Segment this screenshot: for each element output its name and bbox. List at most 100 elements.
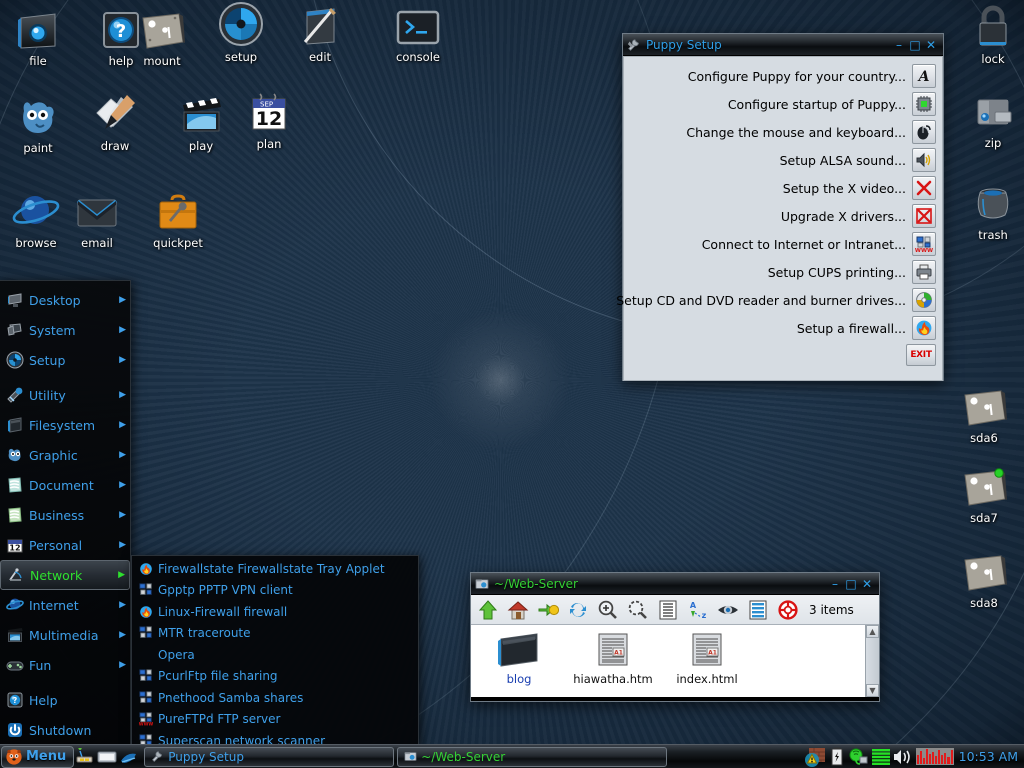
scroll-down-arrow[interactable]: ▼ — [866, 684, 879, 697]
setup-row-alsa-sound[interactable]: Setup ALSA sound... — [630, 146, 936, 174]
menu-button[interactable]: Menu — [1, 745, 75, 768]
task-button-puppy-setup[interactable]: Puppy Setup — [144, 746, 395, 767]
submenu-item-mtr[interactable]: MTR traceroute — [132, 623, 418, 645]
puppy-setup-window[interactable]: Puppy Setup – □ ✕ Configure Puppy for yo… — [616, 33, 944, 381]
desktop-icon-quickpet[interactable]: quickpet — [140, 188, 216, 250]
browser-icon[interactable] — [118, 746, 140, 768]
select-all-icon[interactable] — [745, 597, 771, 623]
mouse-icon[interactable] — [912, 120, 936, 144]
setup-row-x-video[interactable]: Setup the X video... — [630, 174, 936, 202]
desktop-icon-paint[interactable]: paint — [0, 93, 76, 155]
setup-row-mouse-keyboard[interactable]: Change the mouse and keyboard... — [630, 118, 936, 146]
desktop-icon-draw[interactable]: draw — [77, 91, 153, 153]
menu-item-internet[interactable]: Internet ▶ — [0, 590, 130, 620]
menu-item-document[interactable]: Document ▶ — [0, 470, 130, 500]
submenu-item-gpptp[interactable]: Gpptp PPTP VPN client — [132, 580, 418, 602]
desktop-icon-file[interactable]: file — [0, 6, 76, 68]
home-icon[interactable] — [505, 597, 531, 623]
desktop-icon-play[interactable]: play — [163, 91, 239, 153]
file-item-blog[interactable]: blog — [477, 629, 561, 686]
volume-icon[interactable] — [892, 746, 914, 768]
setup-row-firewall[interactable]: Setup a firewall... — [630, 314, 936, 342]
window-titlebar[interactable]: ~/Web-Server – □ ✕ — [471, 573, 879, 595]
rescan-icon[interactable] — [565, 597, 591, 623]
menu-item-shutdown[interactable]: Shutdown — [0, 715, 130, 745]
cpu-load-monitor-icon[interactable] — [915, 748, 954, 765]
setup-row-internet[interactable]: Connect to Internet or Intranet... WWW — [630, 230, 936, 258]
bookmarks-icon[interactable] — [535, 597, 561, 623]
firewall-warning-icon[interactable] — [804, 746, 826, 768]
details-icon[interactable] — [655, 597, 681, 623]
setup-row-upgrade-x-drivers[interactable]: Upgrade X drivers... — [630, 202, 936, 230]
cpu-chip-icon[interactable] — [912, 92, 936, 116]
submenu-item-pureftpd[interactable]: WWW PureFTPd FTP server — [132, 709, 418, 731]
menu-item-personal[interactable]: 12 Personal ▶ — [0, 530, 130, 560]
submenu-item-pcurlftp[interactable]: PcurlFtp file sharing — [132, 666, 418, 688]
menu-item-help[interactable]: ? Help — [0, 685, 130, 715]
desktop-icon-plan[interactable]: SEP 12 plan — [231, 89, 307, 151]
setup-row-country[interactable]: Configure Puppy for your country... A — [630, 62, 936, 90]
firewall-flame-icon[interactable] — [912, 316, 936, 340]
submenu-item-linux-firewall[interactable]: Linux-Firewall firewall — [132, 601, 418, 623]
setup-row-startup[interactable]: Configure startup of Puppy... — [630, 90, 936, 118]
desktop-icon-email[interactable]: email — [59, 188, 135, 250]
network-www-icon[interactable]: WWW — [912, 232, 936, 256]
window-titlebar[interactable]: Puppy Setup – □ ✕ — [623, 34, 943, 56]
up-icon[interactable] — [475, 597, 501, 623]
cd-disc-icon[interactable] — [912, 288, 936, 312]
menu-item-fun[interactable]: Fun ▶ — [0, 650, 130, 680]
x-boxed-red-icon[interactable] — [912, 204, 936, 228]
desktop-icon-setup[interactable]: setup — [203, 2, 279, 64]
setup-row-cups-printing[interactable]: Setup CUPS printing... — [630, 258, 936, 286]
vertical-scrollbar[interactable]: ▲ ▼ — [865, 625, 879, 697]
scroll-up-arrow[interactable]: ▲ — [866, 625, 879, 638]
menu-item-desktop[interactable]: Desktop ▶ — [0, 285, 130, 315]
maximize-button[interactable]: □ — [843, 576, 859, 592]
desktop-icon-console[interactable]: console — [380, 2, 456, 64]
submenu-item-firewallstate[interactable]: Firewallstate Firewallstate Tray Applet — [132, 558, 418, 580]
close-button[interactable]: ✕ — [859, 576, 875, 592]
menu-item-business[interactable]: Business ▶ — [0, 500, 130, 530]
sort-az-icon[interactable]: A z — [685, 597, 711, 623]
close-button[interactable]: ✕ — [923, 37, 939, 53]
clock-label[interactable]: 10:53 AM — [956, 749, 1024, 764]
menu-item-utility[interactable]: Utility ▶ — [0, 380, 130, 410]
submenu-item-opera[interactable]: Opera — [132, 644, 418, 666]
desktop-icon-edit[interactable]: edit — [282, 2, 358, 64]
menu-item-filesystem[interactable]: Filesystem ▶ — [0, 410, 130, 440]
menu-item-system[interactable]: System ▶ — [0, 315, 130, 345]
maximize-button[interactable]: □ — [907, 37, 923, 53]
zoom-in-icon[interactable] — [595, 597, 621, 623]
minimize-button[interactable]: – — [827, 576, 843, 592]
menu-item-setup[interactable]: Setup ▶ — [0, 345, 130, 375]
battery-icon[interactable] — [826, 746, 848, 768]
exit-button[interactable]: EXIT — [906, 344, 936, 366]
file-item-hiawatha[interactable]: A1 hiawatha.htm — [571, 629, 655, 686]
hidden-eye-icon[interactable] — [715, 597, 741, 623]
task-button-web-server[interactable]: ~/Web-Server — [397, 746, 668, 767]
mount-drives-icon[interactable] — [74, 746, 96, 768]
file-item-index[interactable]: A1 index.html — [665, 629, 749, 686]
desktop-icon-mount[interactable]: mount — [124, 6, 200, 68]
zoom-out-icon[interactable] — [625, 597, 651, 623]
network-connection-icon[interactable] — [848, 746, 870, 768]
desktop-icon-sda8[interactable]: sda8 — [946, 548, 1022, 610]
file-manager-window[interactable]: ~/Web-Server – □ ✕ A z 3 items blog A1 h… — [470, 572, 880, 702]
menu-item-network[interactable]: Network ▶ — [0, 560, 130, 590]
desktop-icon-trash[interactable]: trash — [955, 180, 1024, 242]
desktop-icon-zip[interactable]: zip — [955, 88, 1024, 150]
desktop-icon-sda6[interactable]: sda6 — [946, 383, 1022, 445]
menu-item-multimedia[interactable]: Multimedia ▶ — [0, 620, 130, 650]
printer-icon[interactable] — [912, 260, 936, 284]
speaker-icon[interactable] — [912, 148, 936, 172]
desktop-icon-lock[interactable]: lock — [955, 4, 1024, 66]
submenu-item-pnethood[interactable]: Pnethood Samba shares — [132, 687, 418, 709]
desktop-icon-sda7[interactable]: sda7 — [946, 463, 1022, 525]
x-red-icon[interactable] — [912, 176, 936, 200]
menu-item-graphic[interactable]: Graphic ▶ — [0, 440, 130, 470]
help-ring-icon[interactable] — [775, 597, 801, 623]
text-editor-icon[interactable] — [96, 746, 118, 768]
freememapplet-icon[interactable] — [870, 746, 892, 768]
font-A-icon[interactable]: A — [912, 64, 936, 88]
minimize-button[interactable]: – — [891, 37, 907, 53]
